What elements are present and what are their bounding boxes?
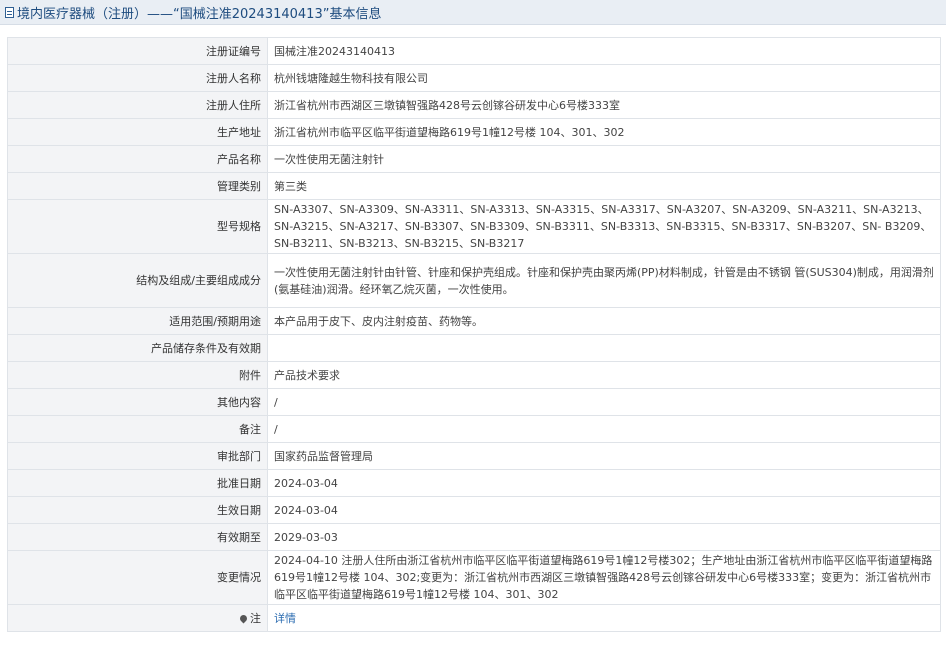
table-row: 型号规格 SN-A3307、SN-A3309、SN-A3311、SN-A3313… [7,199,941,254]
detail-link[interactable]: 详情 [274,612,296,625]
row-value: 2024-04-10 注册人住所由浙江省杭州市临平区临平街道望梅路619号1幢1… [267,550,941,605]
row-value: 浙江省杭州市临平区临平街道望梅路619号1幢12号楼 104、301、302 [267,118,941,146]
row-label: 其他内容 [7,388,268,416]
row-value: / [267,388,941,416]
table-row: 其他内容 / [7,388,941,416]
row-value: 本产品用于皮下、皮内注射疫苗、药物等。 [267,307,941,335]
row-value: / [267,415,941,443]
pin-icon [238,613,249,623]
table-row: 产品名称 一次性使用无菌注射针 [7,145,941,173]
row-value: 杭州钱塘隆越生物科技有限公司 [267,64,941,92]
note-label-cell: 注 [7,604,268,632]
table-row: 变更情况 2024-04-10 注册人住所由浙江省杭州市临平区临平街道望梅路61… [7,550,941,605]
row-label: 适用范围/预期用途 [7,307,268,335]
table-row: 附件 产品技术要求 [7,361,941,389]
note-label: 注 [250,611,261,625]
row-value: 2029-03-03 [267,523,941,551]
table-row: 适用范围/预期用途 本产品用于皮下、皮内注射疫苗、药物等。 [7,307,941,335]
table-row: 管理类别 第三类 [7,172,941,200]
registration-info-table: 注册证编号 国械注准20243140413 注册人名称 杭州钱塘隆越生物科技有限… [7,37,941,632]
row-label: 批准日期 [7,469,268,497]
row-value: SN-A3307、SN-A3309、SN-A3311、SN-A3313、SN-A… [267,199,941,254]
row-label: 注册人住所 [7,91,268,119]
table-row: 注册人住所 浙江省杭州市西湖区三墩镇智强路428号云创镓谷研发中心6号楼333室 [7,91,941,119]
row-label: 生产地址 [7,118,268,146]
page-title-bar: 境内医疗器械（注册）——“国械注准20243140413”基本信息 [0,0,946,25]
page-title: 境内医疗器械（注册）——“国械注准20243140413”基本信息 [17,6,382,22]
table-row: 结构及组成/主要组成成分 一次性使用无菌注射针由针管、针座和保护壳组成。针座和保… [7,253,941,308]
note-value-cell: 详情 [267,604,941,632]
row-label: 结构及组成/主要组成成分 [7,253,268,308]
row-label: 型号规格 [7,199,268,254]
note-row: 注 详情 [7,604,941,632]
row-value: 国械注准20243140413 [267,37,941,65]
row-label: 生效日期 [7,496,268,524]
row-value: 2024-03-04 [267,469,941,497]
table-row: 批准日期 2024-03-04 [7,469,941,497]
row-value: 2024-03-04 [267,496,941,524]
row-label: 管理类别 [7,172,268,200]
row-label: 审批部门 [7,442,268,470]
row-value [267,334,941,362]
table-row: 有效期至 2029-03-03 [7,523,941,551]
table-row: 注册人名称 杭州钱塘隆越生物科技有限公司 [7,64,941,92]
row-label: 备注 [7,415,268,443]
row-value: 一次性使用无菌注射针 [267,145,941,173]
table-row: 注册证编号 国械注准20243140413 [7,37,941,65]
table-row: 备注 / [7,415,941,443]
row-label: 变更情况 [7,550,268,605]
row-label: 附件 [7,361,268,389]
row-value: 一次性使用无菌注射针由针管、针座和保护壳组成。针座和保护壳由聚丙烯(PP)材料制… [267,253,941,308]
table-row: 产品储存条件及有效期 [7,334,941,362]
document-icon [5,6,14,18]
row-value: 国家药品监督管理局 [267,442,941,470]
table-row: 生产地址 浙江省杭州市临平区临平街道望梅路619号1幢12号楼 104、301、… [7,118,941,146]
row-label: 注册证编号 [7,37,268,65]
row-label: 有效期至 [7,523,268,551]
table-row: 审批部门 国家药品监督管理局 [7,442,941,470]
row-label: 产品名称 [7,145,268,173]
row-value: 产品技术要求 [267,361,941,389]
row-label: 注册人名称 [7,64,268,92]
table-row: 生效日期 2024-03-04 [7,496,941,524]
row-value: 第三类 [267,172,941,200]
row-value: 浙江省杭州市西湖区三墩镇智强路428号云创镓谷研发中心6号楼333室 [267,91,941,119]
row-label: 产品储存条件及有效期 [7,334,268,362]
